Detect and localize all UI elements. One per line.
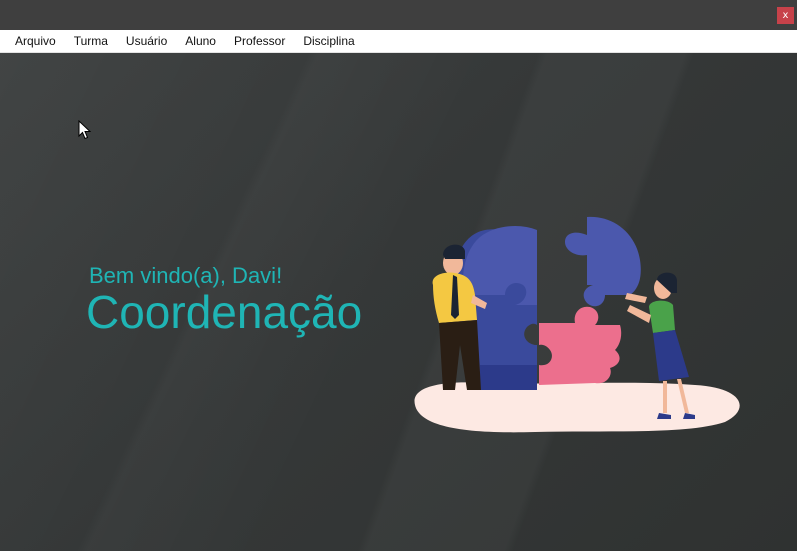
menu-item-usuario[interactable]: Usuário (117, 30, 176, 53)
close-button[interactable]: x (777, 7, 794, 24)
title-bar: x (0, 0, 797, 30)
menu-item-aluno[interactable]: Aluno (176, 30, 225, 53)
mouse-cursor-icon (78, 120, 92, 140)
page-title: Coordenação (86, 286, 363, 338)
menu-bar: Arquivo Turma Usuário Aluno Professor Di… (0, 30, 797, 53)
main-panel: Bem vindo(a), Davi! Coordenação (0, 53, 797, 551)
puzzle-head-illustration (414, 216, 740, 433)
menu-item-professor[interactable]: Professor (225, 30, 294, 53)
close-icon: x (782, 10, 789, 21)
menu-item-turma[interactable]: Turma (65, 30, 117, 53)
menu-item-arquivo[interactable]: Arquivo (6, 30, 65, 53)
menu-item-disciplina[interactable]: Disciplina (294, 30, 363, 53)
